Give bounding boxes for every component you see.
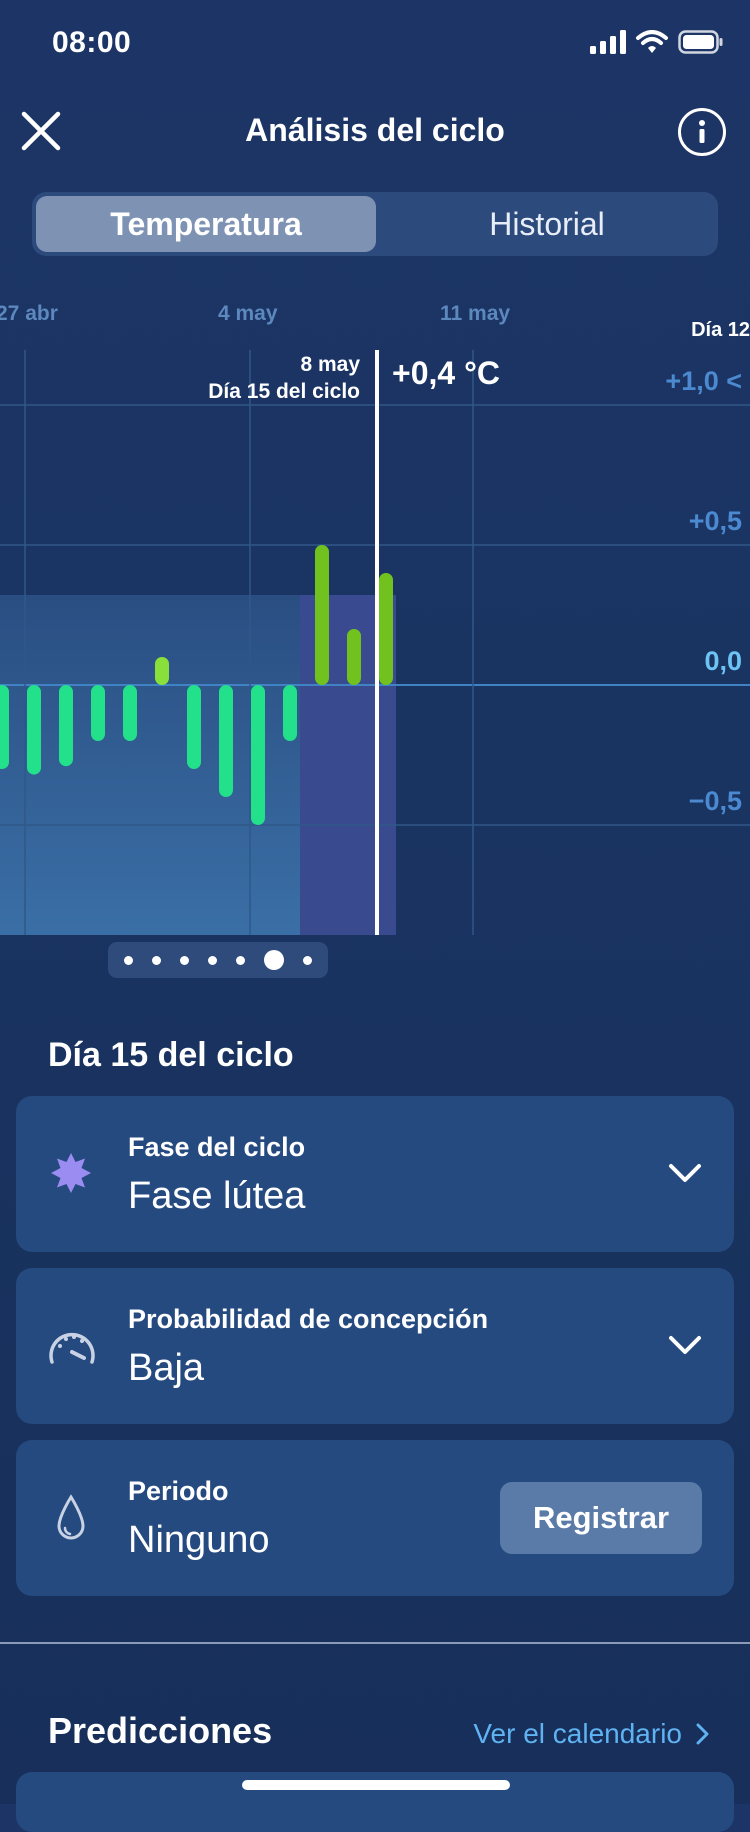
y-tick-label: 0,0 bbox=[704, 646, 742, 676]
x-tick-label: 4 may bbox=[218, 302, 278, 325]
pager-dot[interactable] bbox=[236, 955, 246, 965]
sun-burst-icon bbox=[51, 1153, 91, 1193]
chart-bar bbox=[155, 657, 169, 685]
chart-bar bbox=[123, 685, 137, 741]
home-indicator bbox=[242, 1780, 510, 1790]
x-tick-label: 11 may bbox=[440, 302, 510, 325]
status-icons bbox=[590, 30, 724, 54]
selected-value: +0,4 °C bbox=[392, 355, 500, 391]
selected-date: 8 may bbox=[300, 353, 360, 376]
chart-bar bbox=[27, 685, 41, 775]
page-title: Análisis del ciclo bbox=[245, 112, 505, 148]
temperature-chart[interactable]: 27 abr 4 may 11 may Día 12 8 may Día 15 … bbox=[0, 290, 750, 990]
cycle-phase-card[interactable] bbox=[16, 1096, 734, 1252]
status-time: 08:00 bbox=[52, 26, 132, 59]
register-button[interactable]: Registrar bbox=[500, 1482, 702, 1554]
tab-historial[interactable]: Historial bbox=[376, 196, 718, 252]
chart-bar bbox=[347, 629, 361, 685]
calendar-link-label: Ver el calendario bbox=[473, 1718, 682, 1749]
section-title: Día 15 del ciclo bbox=[48, 1036, 294, 1074]
chart-bar bbox=[251, 685, 265, 825]
y-tick-label: +1,0 < bbox=[665, 366, 742, 396]
pager-dot[interactable] bbox=[123, 955, 133, 965]
divider bbox=[0, 1642, 750, 1644]
chart-bar bbox=[283, 685, 297, 741]
chart-pager[interactable] bbox=[108, 942, 328, 978]
period-value: Ninguno bbox=[128, 1519, 270, 1561]
pager-dot[interactable] bbox=[151, 955, 161, 965]
chevron-right-icon bbox=[696, 1723, 709, 1745]
cycle-phase-label: Fase del ciclo bbox=[128, 1132, 306, 1162]
signal-icon bbox=[590, 30, 626, 54]
info-icon bbox=[699, 120, 705, 143]
chart-bar bbox=[315, 545, 329, 685]
chart-bar bbox=[187, 685, 201, 769]
drop-icon bbox=[57, 1494, 85, 1540]
battery-icon bbox=[678, 30, 723, 54]
chart-bar bbox=[0, 685, 9, 769]
chevron-down-icon[interactable] bbox=[668, 1334, 702, 1356]
pager-dot[interactable] bbox=[303, 955, 313, 965]
chart-bar bbox=[379, 573, 393, 685]
wifi-icon bbox=[636, 30, 668, 53]
pager-dot-selected[interactable] bbox=[264, 950, 285, 970]
info-button[interactable] bbox=[678, 108, 726, 156]
y-tick-label: +0,5 bbox=[689, 506, 742, 536]
chart-bar bbox=[91, 685, 105, 741]
y-tick-label: −0,5 bbox=[689, 786, 742, 816]
cycle-phase-value: Fase lútea bbox=[128, 1175, 306, 1217]
x-tick-label: 27 abr bbox=[0, 302, 58, 325]
chart-bar bbox=[59, 685, 73, 767]
gauge-icon bbox=[49, 1332, 95, 1364]
selected-cycle-day: Día 15 del ciclo bbox=[208, 380, 360, 403]
chart-bar bbox=[219, 685, 233, 797]
cycle-day-label: Día 12 bbox=[691, 319, 750, 341]
conception-probability-value: Baja bbox=[128, 1347, 205, 1389]
conception-probability-card[interactable] bbox=[16, 1268, 734, 1424]
conception-probability-label: Probabilidad de concepción bbox=[128, 1304, 489, 1334]
pager-dot[interactable] bbox=[207, 955, 217, 965]
calendar-link[interactable]: Ver el calendario bbox=[473, 1718, 710, 1750]
pager-dot[interactable] bbox=[179, 955, 189, 965]
chevron-down-icon[interactable] bbox=[668, 1162, 702, 1184]
predictions-title: Predicciones bbox=[48, 1710, 273, 1751]
period-label: Periodo bbox=[128, 1476, 229, 1506]
tab-temperatura[interactable]: Temperatura bbox=[36, 196, 376, 252]
